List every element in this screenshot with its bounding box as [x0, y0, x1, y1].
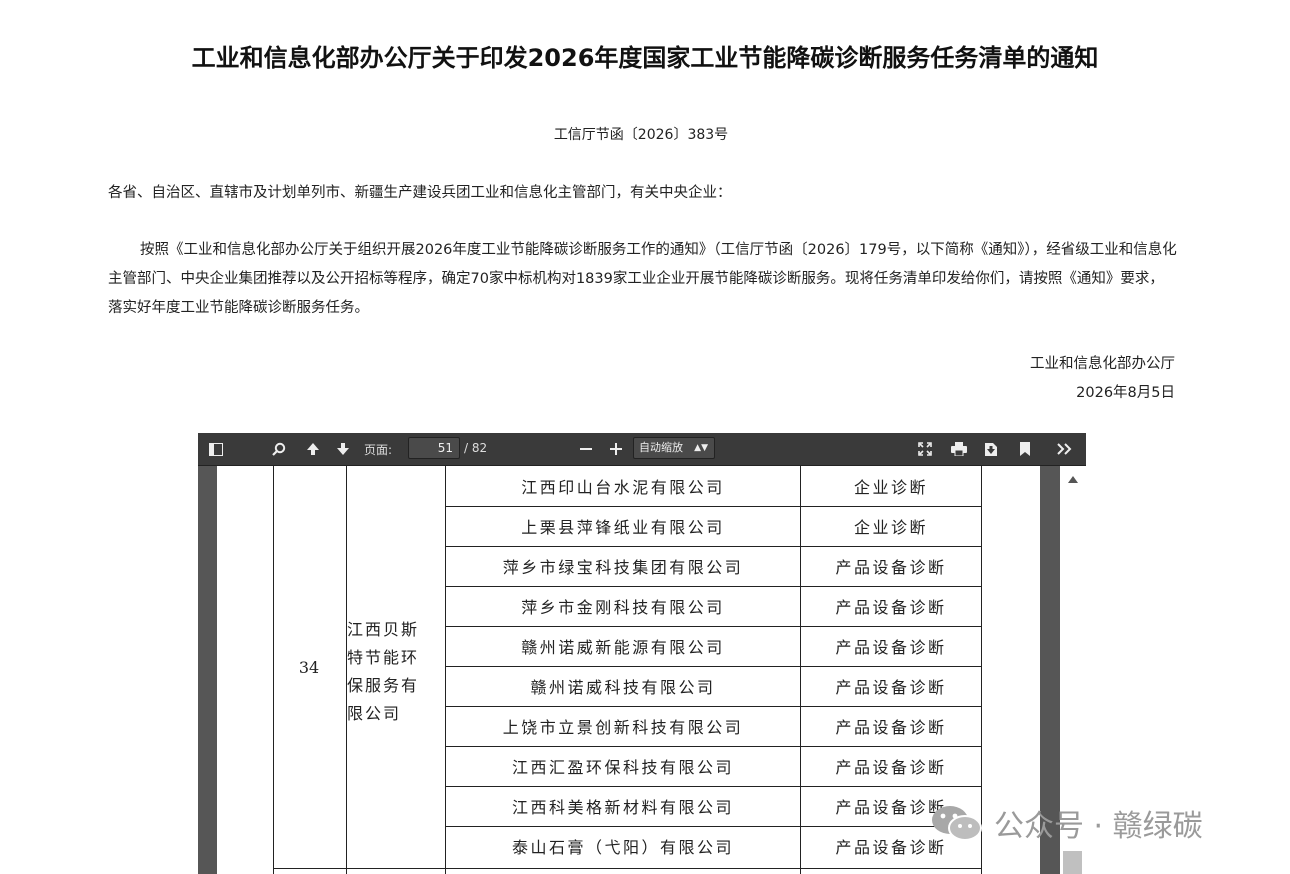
organization-line: 保服务有 — [347, 676, 420, 695]
scroll-up-icon[interactable] — [1068, 476, 1078, 483]
organization-line: 限公司 — [347, 704, 402, 723]
diagnosis-type-cell: 企业诊断 — [853, 518, 928, 537]
signature-organization: 工业和信息化部办公厅 — [1030, 356, 1175, 372]
organization-cell: 江西贝斯 特节能环 保服务有 限公司 — [347, 616, 445, 728]
row-number-cell: 34 — [298, 657, 320, 677]
company-cell: 赣州诺威新能源有限公司 — [521, 638, 725, 657]
more-tools-icon[interactable] — [1050, 433, 1080, 465]
diagnosis-type-cell: 产品设备诊断 — [835, 558, 947, 577]
page-number-input[interactable]: 51 — [408, 437, 460, 459]
bookmark-icon[interactable] — [1012, 433, 1038, 465]
signature-date: 2026年8月5日 — [1076, 385, 1175, 401]
next-page-icon[interactable] — [330, 433, 356, 465]
organization-line: 江西贝斯 — [347, 620, 420, 639]
diagnosis-type-cell: 企业诊断 — [853, 478, 928, 497]
document-number: 工信厅节函〔2026〕383号 — [553, 127, 729, 143]
company-cell: 上饶市立景创新科技有限公司 — [502, 718, 744, 737]
page-label: 页面: — [364, 443, 393, 457]
chevron-updown-icon: ▲▼ — [694, 443, 708, 453]
company-cell: 萍乡市绿宝科技集团有限公司 — [502, 558, 744, 577]
organization-line: 特节能环 — [347, 648, 420, 667]
sidebar-toggle-icon[interactable] — [202, 433, 230, 465]
search-icon[interactable] — [266, 433, 292, 465]
notice-title: 工业和信息化部办公厅关于印发2026年度国家工业节能降碳诊断服务任务清单的通知 — [191, 44, 1099, 73]
diagnosis-type-cell: 产品设备诊断 — [835, 638, 947, 657]
zoom-in-icon[interactable] — [604, 433, 628, 465]
diagnosis-type-cell: 产品设备诊断 — [835, 718, 947, 737]
company-cell: 泰山石膏（弋阳）有限公司 — [511, 838, 734, 857]
zoom-select[interactable]: 自动缩放 ▲▼ — [633, 437, 715, 459]
scroll-thumb[interactable] — [1063, 851, 1082, 874]
company-cell: 江西科美格新材料有限公司 — [511, 798, 734, 817]
download-icon[interactable] — [978, 433, 1004, 465]
total-pages: / 82 — [464, 441, 488, 455]
previous-page-icon[interactable] — [300, 433, 326, 465]
body-paragraph: 按照《工业和信息化部办公厅关于组织开展2026年度工业节能降碳诊断服务工作的通知… — [108, 242, 1177, 316]
diagnosis-type-cell: 产品设备诊断 — [835, 758, 947, 777]
pdf-page: 34 江西贝斯 特节能环 保服务有 限公司 江西印山台水泥有限公司 企业诊断 上栗县… — [217, 466, 1040, 874]
zoom-value: 自动缩放 — [639, 441, 683, 454]
company-cell: 江西印山台水泥有限公司 — [521, 478, 725, 497]
fullscreen-icon[interactable] — [912, 433, 938, 465]
diagnosis-type-cell: 产品设备诊断 — [835, 678, 947, 697]
company-cell: 江西汇盈环保科技有限公司 — [511, 758, 734, 777]
watermark-text: 公众号 · 赣绿碳 — [994, 809, 1203, 844]
table-border — [273, 868, 982, 869]
print-icon[interactable] — [946, 433, 972, 465]
company-cell: 上栗县萍锋纸业有限公司 — [521, 518, 725, 537]
company-cell: 萍乡市金刚科技有限公司 — [521, 598, 725, 617]
salutation: 各省、自治区、直辖市及计划单列市、新疆生产建设兵团工业和信息化主管部门，有关中央… — [108, 185, 732, 201]
diagnosis-type-cell: 产品设备诊断 — [835, 598, 947, 617]
wechat-icon — [932, 806, 982, 841]
watermark: 公众号 · 赣绿碳 — [930, 800, 1203, 846]
zoom-out-icon[interactable] — [574, 433, 598, 465]
company-cell: 赣州诺威科技有限公司 — [530, 678, 716, 697]
pdf-toolbar: 页面: 51 / 82 自动缩放 ▲▼ — [198, 433, 1086, 466]
